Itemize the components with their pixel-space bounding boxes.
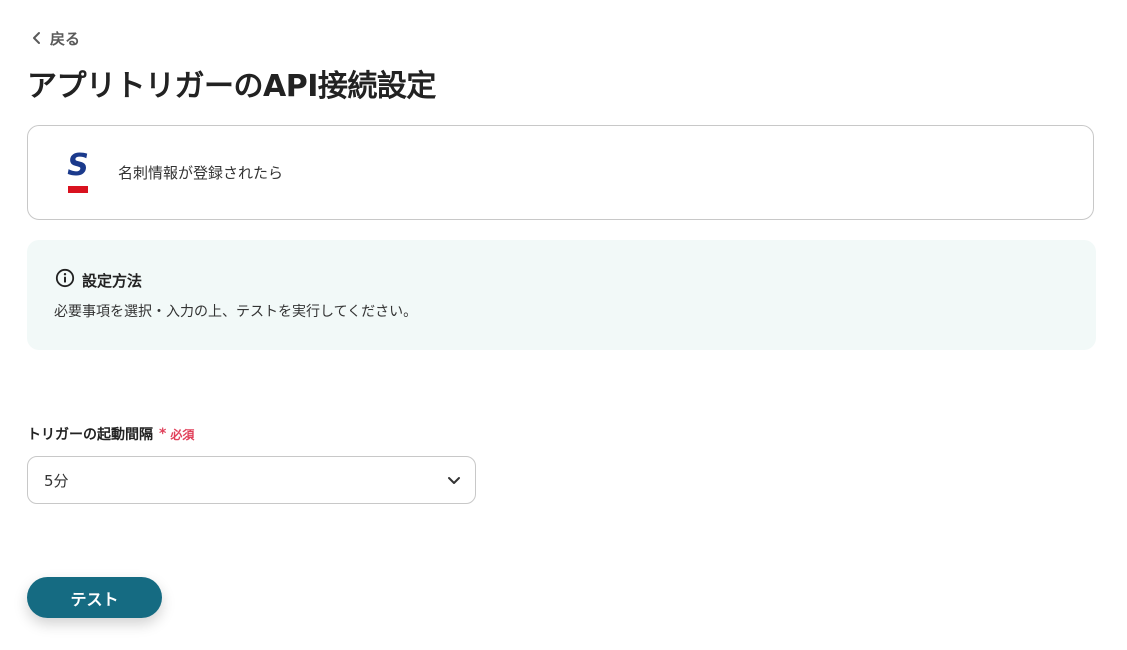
info-text: 必要事項を選択・入力の上、テストを実行してください。 xyxy=(54,304,418,320)
interval-select-value: 5分 xyxy=(44,471,69,490)
chevron-left-icon xyxy=(32,31,42,45)
info-title: 設定方法 xyxy=(82,271,143,290)
info-box: 設定方法 必要事項を選択・入力の上、テストを実行してください。 xyxy=(27,240,1096,350)
interval-select[interactable]: 5分 xyxy=(27,456,476,504)
interval-field-label: トリガーの起動間隔 * 必須 xyxy=(27,424,194,444)
required-asterisk-icon: * xyxy=(159,426,167,442)
chevron-down-icon xyxy=(447,471,461,490)
trigger-label: 名刺情報が登録されたら xyxy=(118,164,284,182)
sansan-logo-icon: S xyxy=(66,148,90,193)
page-title: アプリトリガーのAPI接続設定 xyxy=(27,69,436,104)
required-text: 必須 xyxy=(170,427,195,442)
info-header: 設定方法 xyxy=(55,268,142,292)
back-link[interactable]: 戻る xyxy=(32,27,80,49)
page: 戻る アプリトリガーのAPI接続設定 S 名刺情報が登録されたら 設定方法 必要… xyxy=(0,0,1127,650)
trigger-card[interactable]: S 名刺情報が登録されたら xyxy=(27,125,1094,220)
back-label: 戻る xyxy=(50,29,81,48)
interval-label: トリガーの起動間隔 xyxy=(27,427,153,443)
info-icon xyxy=(55,268,75,292)
test-button[interactable]: テスト xyxy=(27,577,162,618)
